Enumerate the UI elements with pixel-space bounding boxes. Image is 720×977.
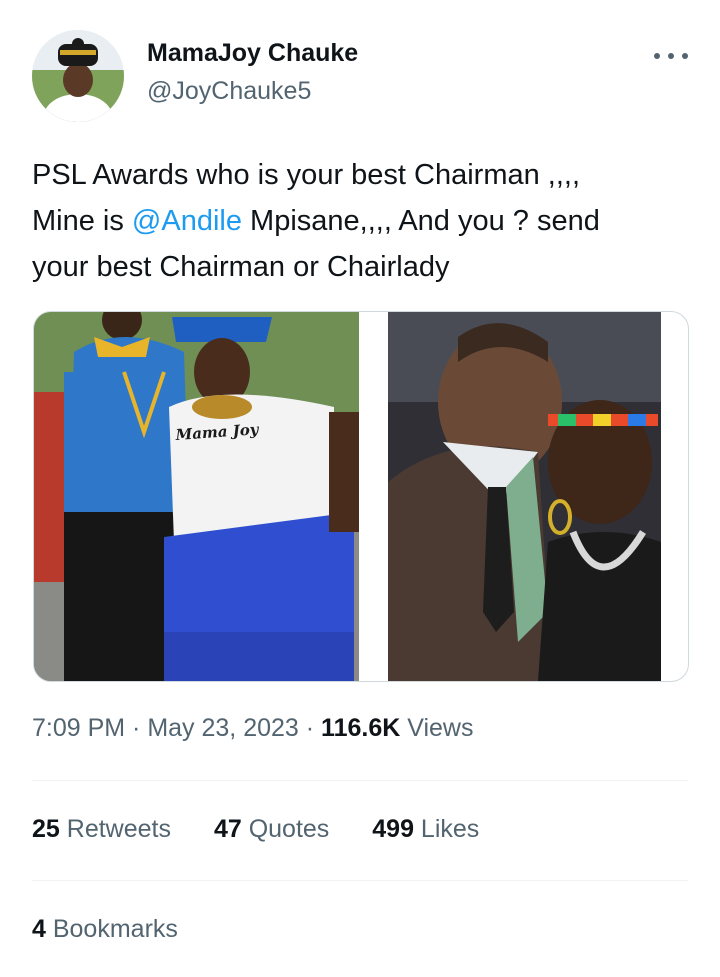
meta-separator: · xyxy=(298,714,322,742)
tweet-line-2: Mine is @Andile Mpisane,,,, And you ? se… xyxy=(32,198,692,244)
views-label: Views xyxy=(400,714,474,742)
likes-count: 499 xyxy=(372,815,414,843)
author-handle[interactable]: @JoyChauke5 xyxy=(147,77,311,106)
bookmarks-count: 4 xyxy=(32,915,46,943)
tweet-media: Mama Joy xyxy=(33,311,689,682)
tweet-line-3: your best Chairman or Chairlady xyxy=(32,251,450,283)
tweet-date[interactable]: May 23, 2023 xyxy=(147,714,299,742)
tweet-header: MamaJoy Chauke @JoyChauke5 xyxy=(32,30,692,122)
likes-stat[interactable]: 499 Likes xyxy=(372,815,479,844)
engagement-stats: 25 Retweets 47 Quotes 499 Likes xyxy=(32,815,515,844)
more-options-icon[interactable] xyxy=(654,44,688,68)
media-photo-left[interactable]: Mama Joy xyxy=(34,312,359,681)
tweet-line-1: PSL Awards who is your best Chairman ,,,… xyxy=(32,159,581,191)
quotes-count: 47 xyxy=(213,815,242,843)
likes-label: Likes xyxy=(413,815,480,843)
bookmarks-stat[interactable]: 4 Bookmarks xyxy=(32,915,178,944)
avatar-image xyxy=(32,30,124,122)
mention-link[interactable]: @Andile xyxy=(132,205,242,237)
views-count: 116.6K xyxy=(321,714,401,742)
meta-separator: · xyxy=(125,714,148,742)
avatar[interactable] xyxy=(32,30,124,122)
divider xyxy=(32,780,688,781)
media-photo-right[interactable] xyxy=(388,312,661,681)
bookmarks-label: Bookmarks xyxy=(45,915,178,943)
tweet-text: PSL Awards who is your best Chairman ,,,… xyxy=(32,152,692,290)
author-display-name[interactable]: MamaJoy Chauke xyxy=(147,39,358,68)
quotes-stat[interactable]: 47 Quotes xyxy=(214,815,329,844)
media-gap xyxy=(359,312,388,681)
tweet-time[interactable]: 7:09 PM xyxy=(32,714,125,742)
quotes-label: Quotes xyxy=(241,815,330,843)
tweet-meta: 7:09 PM · May 23, 2023 · 116.6K Views xyxy=(32,714,473,743)
tweet-text-segment: Mine is xyxy=(32,205,132,237)
tweet-text-segment: Mpisane,,,, And you ? send xyxy=(241,205,600,237)
retweets-label: Retweets xyxy=(59,815,171,843)
retweets-stat[interactable]: 25 Retweets xyxy=(32,815,171,844)
divider xyxy=(32,880,688,881)
retweets-count: 25 xyxy=(32,815,60,843)
